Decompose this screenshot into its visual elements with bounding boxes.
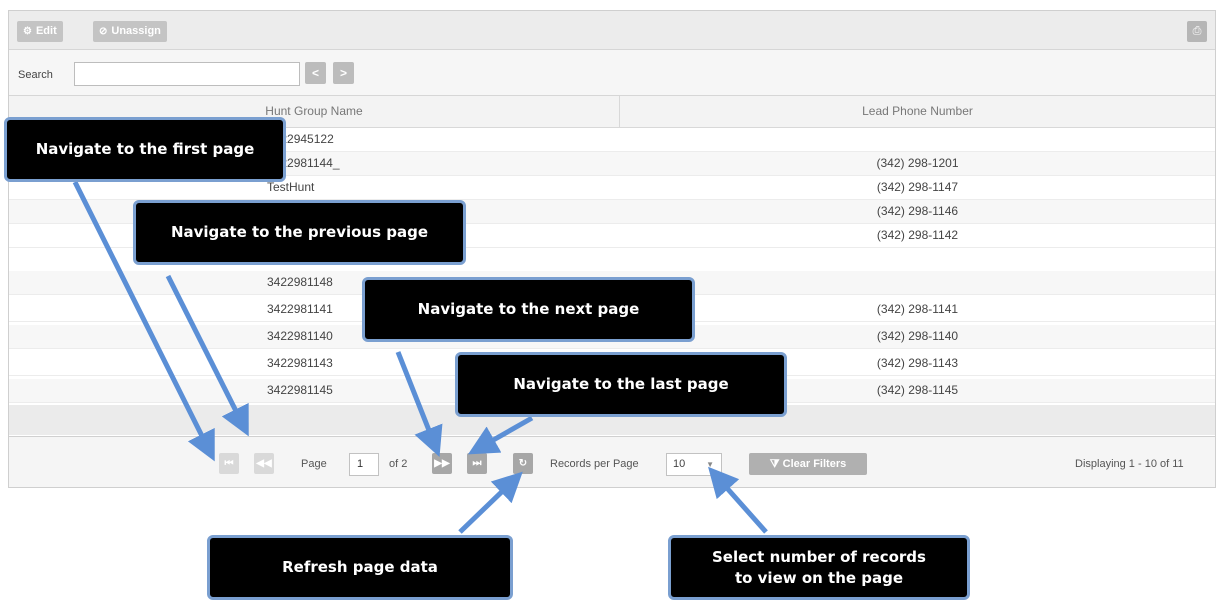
callout-records-line1: Select number of records [712,548,926,567]
arrow-next-page [395,351,443,457]
callout-last-page: Navigate to the last page [455,352,787,417]
callout-previous-page: Navigate to the previous page [133,200,466,265]
callout-first-page: Navigate to the first page [4,117,286,182]
arrow-previous-page [165,274,249,437]
callout-refresh: Refresh page data [207,535,513,600]
arrow-last-page [467,415,534,455]
arrow-records-per-page [708,466,768,534]
callout-records-per-page: Select number of records to view on the … [668,535,970,600]
arrow-refresh [458,471,523,534]
callout-next-page: Navigate to the next page [362,277,695,342]
callout-records-line2: to view on the page [734,568,904,587]
